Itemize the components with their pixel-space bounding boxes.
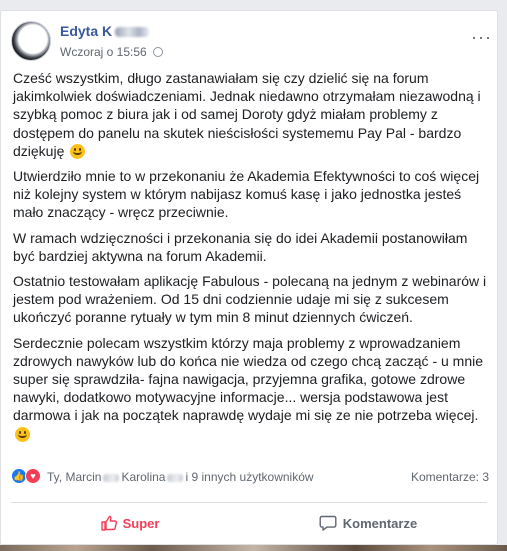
- timestamp-text[interactable]: Wczoraj o 15:56: [60, 45, 147, 59]
- redacted-surname: [115, 27, 150, 38]
- redacted-text: [167, 473, 184, 482]
- more-options-button[interactable]: ···: [471, 28, 492, 46]
- avatar[interactable]: [11, 21, 51, 61]
- post-paragraph: Cześć wszystkim, długo zastanawiałam się…: [13, 70, 481, 159]
- comment-button[interactable]: Komentarze: [249, 507, 487, 539]
- comment-count[interactable]: Komentarze: 3: [411, 470, 489, 484]
- post-paragraph: W ramach wdzięczności i przekonania się …: [13, 229, 468, 264]
- thumbs-up-icon: [100, 515, 117, 531]
- globe-icon: [153, 46, 164, 57]
- like-button[interactable]: Super: [11, 507, 249, 539]
- post-paragraph: Ostatnio testowałam aplikację Fabulous -…: [13, 273, 487, 326]
- post-body: Cześć wszystkim, długo zastanawiałam się…: [13, 69, 491, 450]
- post-paragraph: Utwierdziło mnie to w przekonaniu że Aka…: [13, 168, 480, 221]
- heart-icon: ♥: [25, 468, 41, 484]
- reaction-icons[interactable]: 👍 ♥: [11, 468, 45, 484]
- author-name[interactable]: Edyta K: [60, 23, 150, 39]
- post-timestamp[interactable]: Wczoraj o 15:56: [60, 45, 164, 59]
- redacted-text: [103, 473, 120, 482]
- post-paragraph: Serdecznie polecam wszystkim którzy maja…: [13, 334, 491, 443]
- reactions-bar: 👍 ♥ Ty, Marcin Karolina i 9 innych użytkow…: [11, 466, 489, 486]
- post-card: ··· Edyta K Wczoraj o 15:56 Cześć wszyst…: [0, 10, 498, 545]
- smiley-icon: [70, 143, 86, 159]
- divider: [11, 502, 487, 503]
- next-post-preview: [0, 545, 507, 551]
- speech-bubble-icon: [319, 515, 337, 531]
- smiley-icon: [15, 426, 30, 442]
- author-name-text[interactable]: Edyta K: [60, 23, 112, 39]
- like-label: Super: [122, 515, 160, 531]
- comment-label: Komentarze: [342, 515, 418, 531]
- reactors-list[interactable]: Ty, Marcin Karolina i 9 innych użytkownikó…: [47, 470, 314, 484]
